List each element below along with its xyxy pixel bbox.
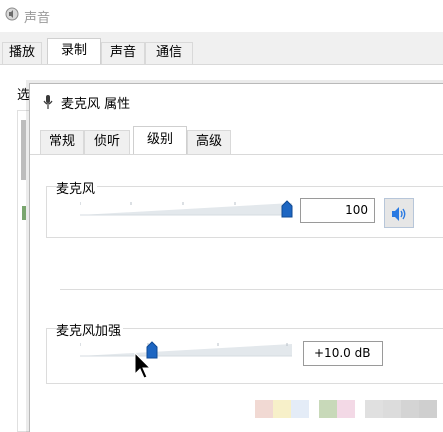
microphone-slider-track xyxy=(80,202,292,216)
tab-general[interactable]: 常规 xyxy=(40,130,84,154)
dialog-title: 麦克风 属性 xyxy=(61,97,131,112)
tab-sounds[interactable]: 声音 xyxy=(101,42,145,64)
tab-advanced[interactable]: 高级 xyxy=(187,130,231,154)
mouse-pointer-icon xyxy=(134,352,152,379)
speaker-icon xyxy=(5,7,19,21)
boost-slider-track xyxy=(80,343,292,357)
sound-window-titlebar: 声音 xyxy=(0,0,443,32)
mosaic-block xyxy=(383,400,401,418)
tab-playback[interactable]: 播放 xyxy=(2,42,42,64)
tab-recording[interactable]: 录制 xyxy=(47,38,101,65)
microphone-icon xyxy=(43,95,53,109)
tab-communications[interactable]: 通信 xyxy=(145,42,193,64)
microphone-boost-slider[interactable] xyxy=(80,343,292,357)
mosaic-block xyxy=(401,400,419,418)
mosaic-block xyxy=(319,400,337,418)
mosaic-block xyxy=(291,400,309,418)
mute-toggle-button[interactable] xyxy=(384,198,414,228)
dialog-tabs: 常规 侦听 级别 高级 xyxy=(30,126,443,156)
speaker-volume-icon xyxy=(392,207,406,221)
microphone-level-value[interactable]: 100 xyxy=(300,198,375,223)
mosaic-block xyxy=(365,400,383,418)
group-separator xyxy=(60,289,443,290)
microphone-boost-value[interactable]: +10.0 dB xyxy=(303,341,383,366)
mosaic-block xyxy=(255,400,273,418)
tab-listen[interactable]: 侦听 xyxy=(84,130,130,154)
microphone-slider-thumb[interactable] xyxy=(281,200,293,218)
mosaic-block xyxy=(337,400,355,418)
mosaic-block xyxy=(419,400,437,418)
microphone-level-slider[interactable] xyxy=(80,202,292,216)
mosaic-block xyxy=(273,400,291,418)
tab-levels[interactable]: 级别 xyxy=(133,126,187,155)
microphone-group-label: 麦克风 xyxy=(56,178,98,197)
sound-window-title: 声音 xyxy=(24,11,51,26)
microphone-boost-group-label: 麦克风加强 xyxy=(56,320,124,339)
